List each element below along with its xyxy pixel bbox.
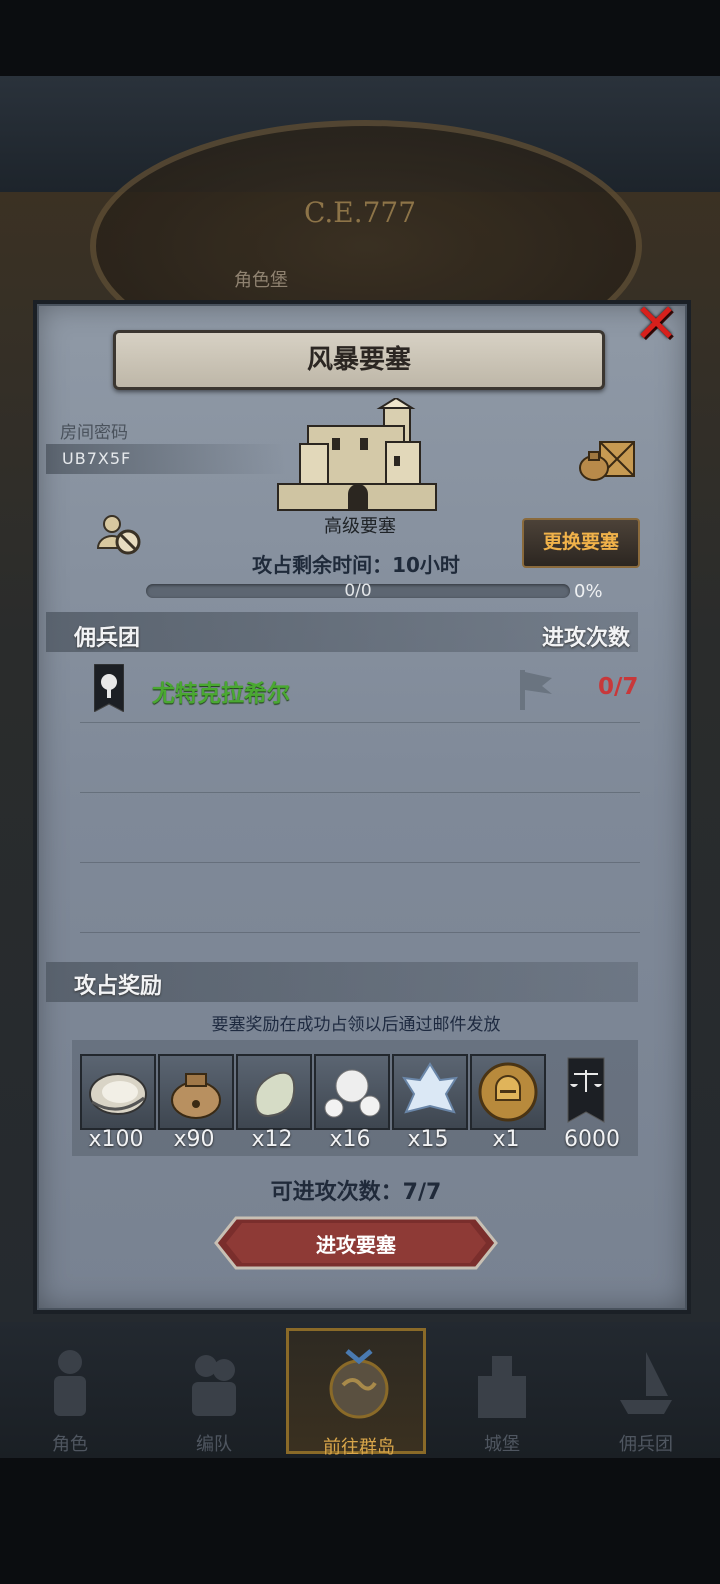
guild-name[interactable]: 尤特克拉希尔	[152, 674, 290, 708]
reward-note: 要塞奖励在成功占领以后通过邮件发放	[211, 1015, 501, 1035]
reward-item[interactable]	[80, 1054, 156, 1130]
nav-label: 城堡	[484, 1434, 520, 1455]
reward-qty: x100	[88, 1127, 144, 1152]
mercenary-header: 佣兵团	[74, 626, 141, 651]
attack-fortress-label[interactable]: 进攻要塞	[214, 1229, 498, 1258]
nav-item-formation[interactable]: 编队	[144, 1328, 284, 1455]
close-icon[interactable]: ✕	[633, 292, 678, 355]
oyster-icon	[89, 1073, 147, 1115]
room-password-label: 房间密码	[60, 423, 128, 443]
progress-percent: 0%	[574, 581, 603, 602]
knight-icon	[54, 1350, 86, 1416]
reward-item[interactable]	[470, 1054, 546, 1130]
reward-item[interactable]	[392, 1054, 468, 1130]
pebble-icon	[254, 1071, 296, 1118]
reward-qty: x15	[407, 1127, 449, 1152]
reward-item[interactable]	[314, 1054, 390, 1130]
row-divider	[80, 722, 640, 723]
reward-qty: x1	[492, 1127, 520, 1152]
row-divider	[80, 932, 640, 933]
reward-qty: x90	[173, 1127, 215, 1152]
nav-item-mercenary[interactable]: 佣兵团	[576, 1328, 716, 1455]
era-label: C.E.777	[303, 196, 417, 229]
room-code: UB7X5F	[62, 449, 132, 468]
attack-fortress-button[interactable]: 进攻要塞	[214, 1216, 498, 1270]
reward-item[interactable]	[548, 1054, 624, 1130]
close-button[interactable]: ✕	[630, 297, 682, 351]
nav-label: 前往群岛	[323, 1437, 395, 1458]
nav-label: 佣兵团	[619, 1434, 673, 1455]
time-remaining: 攻占剩余时间：10小时	[252, 553, 460, 577]
rewards-header: 攻占奖励	[74, 974, 163, 999]
sack-icon	[171, 1073, 221, 1119]
guild-attack-count: 0/7	[598, 674, 639, 700]
row-divider	[80, 792, 640, 793]
guild-banner-icon	[94, 664, 124, 712]
castle-icon	[478, 1356, 526, 1418]
reward-qty: x16	[329, 1127, 371, 1152]
row-divider	[80, 862, 640, 863]
fortress-icon	[277, 398, 437, 511]
attack-count-header: 进攻次数	[542, 626, 631, 651]
nav-item-castle[interactable]: 城堡	[432, 1328, 572, 1455]
pearls-icon	[324, 1069, 381, 1118]
ship-icon	[620, 1352, 672, 1414]
attempts-remaining: 可进攻次数：7/7	[270, 1180, 442, 1205]
nav-item-islands[interactable]: 前往群岛	[286, 1328, 426, 1458]
nav-label: 角色	[52, 1434, 88, 1455]
reward-item[interactable]	[158, 1054, 234, 1130]
reward-item[interactable]	[236, 1054, 312, 1130]
castle-label: 角色堡	[234, 270, 288, 291]
progress-count: 0/0	[344, 581, 372, 601]
globe-icon	[329, 1349, 389, 1419]
nav-item-character[interactable]: 角色	[0, 1328, 140, 1455]
reward-qty: x12	[251, 1127, 293, 1152]
dialog-title: 风暴要塞	[113, 330, 605, 390]
scales-banner-icon	[567, 1057, 605, 1123]
reward-qty: 6000	[564, 1127, 620, 1152]
helmet-medal-icon	[478, 1062, 538, 1122]
nav-label: 编队	[196, 1434, 232, 1455]
flag-icon	[520, 670, 552, 710]
ice-crystal-icon	[402, 1062, 458, 1114]
supplies-icon[interactable]	[578, 436, 638, 482]
team-icon	[192, 1355, 236, 1416]
